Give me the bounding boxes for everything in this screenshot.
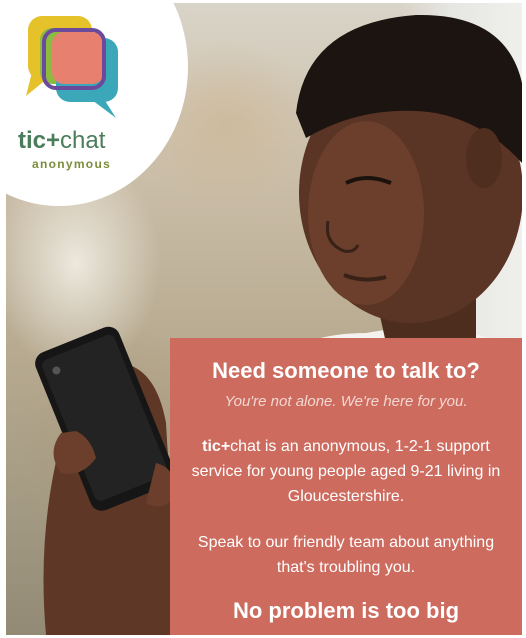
advert-frame: tic+chat anonymous Need someone to talk … [0,0,526,638]
service-brand-bold: tic+ [202,438,231,455]
logo-tagline: anonymous [32,157,112,171]
logo-wordmark: tic+chat [18,128,136,154]
headline: Need someone to talk to? [212,358,480,383]
logo-wordmark-rest: chat [60,127,106,154]
call-to-action-text: Speak to our friendly team about anythin… [197,534,495,576]
subheadline: You're not alone. We're here for you. [224,393,468,410]
service-description-text: chat is an anonymous, 1-2-1 support serv… [191,438,501,505]
logo-wordmark-bold: tic+ [18,127,61,154]
reassurance-heading: No problem is too big [232,598,460,623]
message-panel: Need someone to talk to? You're not alon… [170,338,522,635]
service-description: tic+chat is an anonymous, 1-2-1 support … [188,434,504,509]
speech-bubbles-logo-icon [26,16,118,118]
